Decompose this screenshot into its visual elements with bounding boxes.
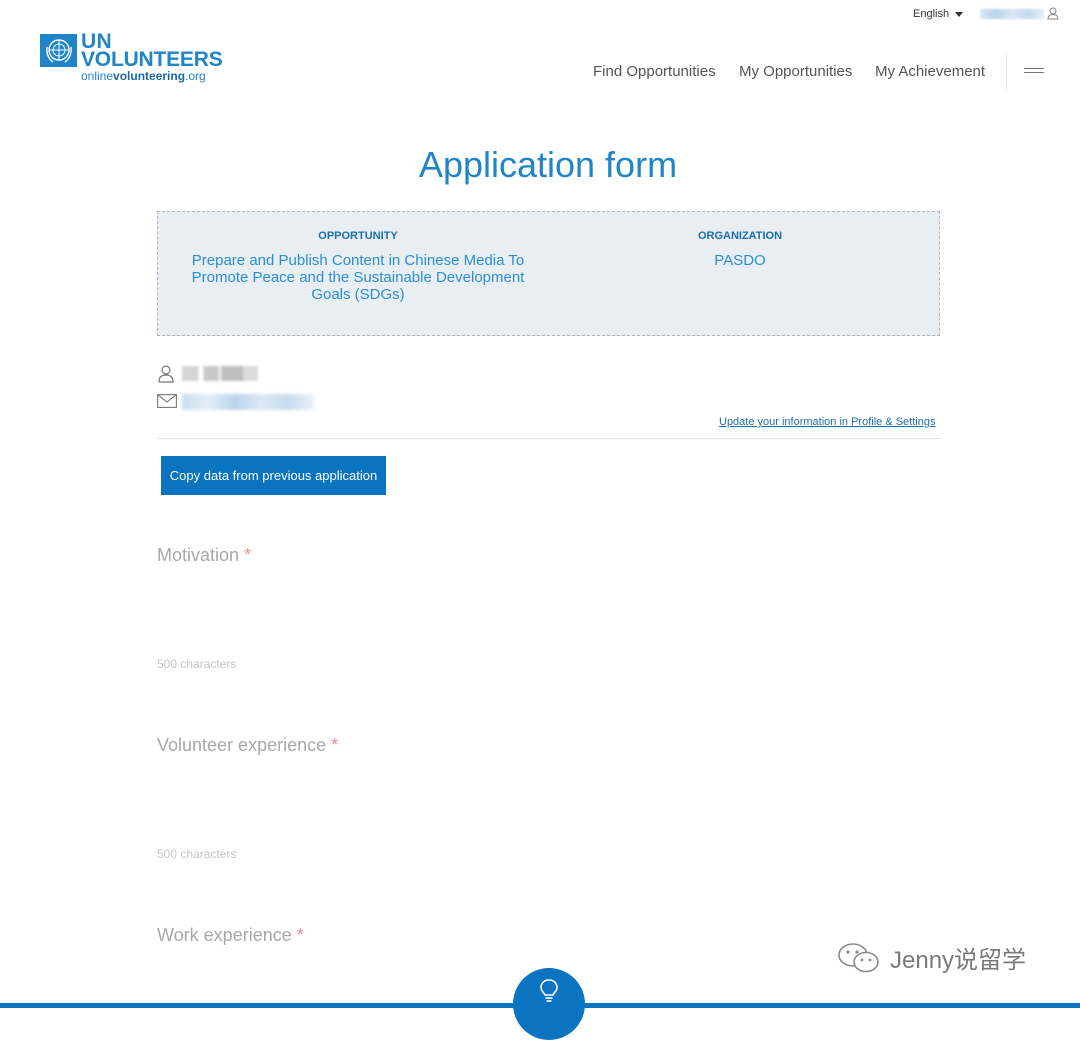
- wechat-icon: [838, 942, 879, 972]
- watermark-text: Jenny说留学: [890, 947, 1027, 974]
- required-marker: *: [296, 925, 304, 945]
- tips-button[interactable]: [513, 968, 585, 1040]
- logo-url-main: volunteering: [113, 69, 186, 83]
- language-selector[interactable]: English: [913, 8, 964, 20]
- applicant-name-redacted: [182, 366, 258, 381]
- nav-my-opportunities[interactable]: My Opportunities: [739, 63, 852, 80]
- update-profile-link[interactable]: Update your information in Profile & Set…: [719, 416, 935, 428]
- chevron-down-icon: [955, 11, 964, 17]
- motivation-label-text: Motivation: [157, 545, 240, 565]
- motivation-char-limit: 500 characters: [157, 657, 237, 671]
- hamburger-icon[interactable]: [1024, 68, 1044, 76]
- user-icon[interactable]: [1047, 7, 1059, 20]
- person-icon: [158, 365, 174, 383]
- motivation-label: Motivation *: [157, 545, 251, 566]
- logo-text-volunteers[interactable]: VOLUNTEERS: [81, 49, 223, 70]
- opportunity-title-line: Goals (SDGs): [311, 286, 405, 303]
- lightbulb-icon: [540, 979, 558, 1002]
- opportunity-title-line: Promote Peace and the Sustainable Develo…: [191, 269, 525, 286]
- opportunity-title-line: Prepare and Publish Content in Chinese M…: [191, 252, 525, 269]
- logo-url-prefix: online: [81, 69, 114, 83]
- page-title: Application form: [418, 144, 678, 185]
- language-label: English: [913, 8, 950, 20]
- applicant-email-redacted: [182, 394, 314, 410]
- volunteer-experience-char-limit: 500 characters: [157, 847, 237, 861]
- section-divider: [157, 438, 940, 439]
- logo-url-suffix: .org: [185, 69, 206, 83]
- nav-find-opportunities[interactable]: Find Opportunities: [593, 63, 716, 80]
- work-experience-label-text: Work experience: [157, 925, 292, 945]
- logo-url[interactable]: onlinevolunteering.org: [81, 70, 206, 82]
- copy-previous-application-button[interactable]: Copy data from previous application: [161, 456, 386, 495]
- volunteer-experience-label-text: Volunteer experience: [157, 735, 327, 755]
- nav-divider: [1006, 53, 1007, 91]
- mail-icon: [157, 394, 177, 408]
- volunteer-experience-textarea[interactable]: [157, 765, 940, 845]
- motivation-textarea[interactable]: [157, 575, 940, 655]
- organization-name[interactable]: PASDO: [640, 252, 840, 269]
- required-marker: *: [331, 735, 339, 755]
- user-name-redacted[interactable]: [980, 9, 1044, 19]
- opportunity-info-box: OPPORTUNITY Prepare and Publish Content …: [157, 211, 940, 336]
- work-experience-label: Work experience *: [157, 925, 304, 946]
- volunteer-experience-label: Volunteer experience *: [157, 735, 338, 756]
- opportunity-title[interactable]: Prepare and Publish Content in Chinese M…: [158, 252, 558, 303]
- required-marker: *: [244, 545, 252, 565]
- un-emblem-icon[interactable]: [40, 34, 77, 67]
- organization-heading: ORGANIZATION: [697, 230, 783, 242]
- watermark: Jenny说留学: [836, 940, 1026, 975]
- nav-my-achievement[interactable]: My Achievement: [875, 63, 985, 80]
- opportunity-heading: OPPORTUNITY: [318, 230, 398, 242]
